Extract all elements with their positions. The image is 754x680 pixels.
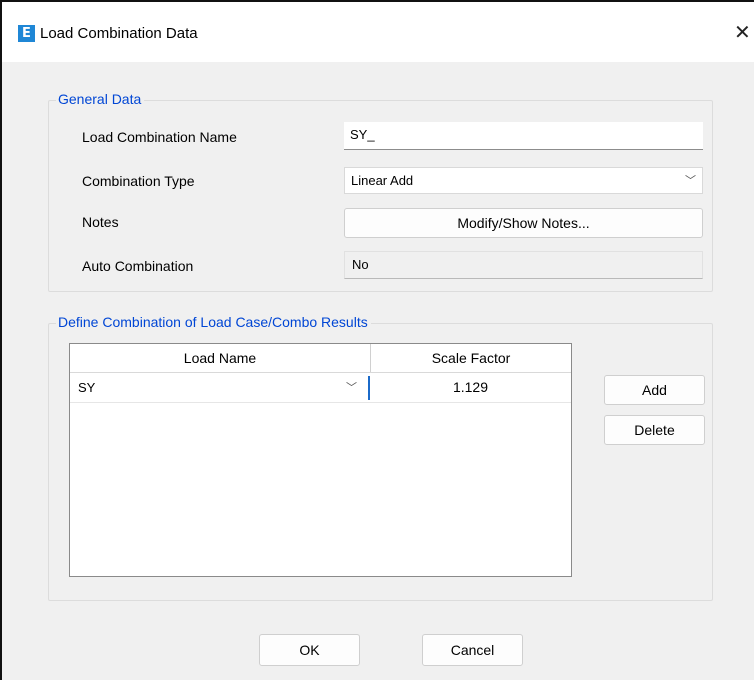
chevron-down-icon[interactable]: ﹀ <box>346 373 357 402</box>
combination-type-label: Combination Type <box>82 173 195 189</box>
auto-combination-value: No <box>344 251 703 279</box>
define-combination-legend: Define Combination of Load Case/Combo Re… <box>56 314 371 330</box>
chevron-down-icon: ﹀ <box>685 174 696 187</box>
column-scale-factor: Scale Factor <box>431 350 511 366</box>
title-bar: E Load Combination Data ✕ <box>2 2 754 62</box>
ok-button[interactable]: OK <box>259 634 360 666</box>
load-combination-name-label: Load Combination Name <box>82 129 237 145</box>
load-combination-name-input[interactable]: SY_ <box>344 122 703 150</box>
notes-label: Notes <box>82 214 119 230</box>
table-row[interactable]: SY ﹀ 1.129 <box>70 373 571 403</box>
app-icon: E <box>18 25 35 42</box>
column-load-name: Load Name <box>183 350 257 366</box>
scale-factor-cell[interactable]: 1.129 <box>370 373 571 402</box>
load-combination-dialog: E Load Combination Data ✕ General Data L… <box>0 0 754 680</box>
combination-type-value: Linear Add <box>351 173 414 188</box>
auto-combination-label: Auto Combination <box>82 258 194 274</box>
load-name-cell[interactable]: SY <box>78 373 95 402</box>
modify-show-notes-button[interactable]: Modify/Show Notes... <box>344 208 703 238</box>
close-icon[interactable]: ✕ <box>734 20 751 44</box>
combination-type-select[interactable]: Linear Add ﹀ <box>344 167 703 194</box>
delete-button[interactable]: Delete <box>604 415 705 445</box>
cancel-button[interactable]: Cancel <box>422 634 523 666</box>
grid-header: Load Name Scale Factor <box>70 344 571 373</box>
general-data-legend: General Data <box>56 91 145 107</box>
add-button[interactable]: Add <box>604 375 705 405</box>
load-combination-grid: Load Name Scale Factor SY ﹀ 1.129 <box>69 343 572 577</box>
window-title: Load Combination Data <box>40 25 198 42</box>
